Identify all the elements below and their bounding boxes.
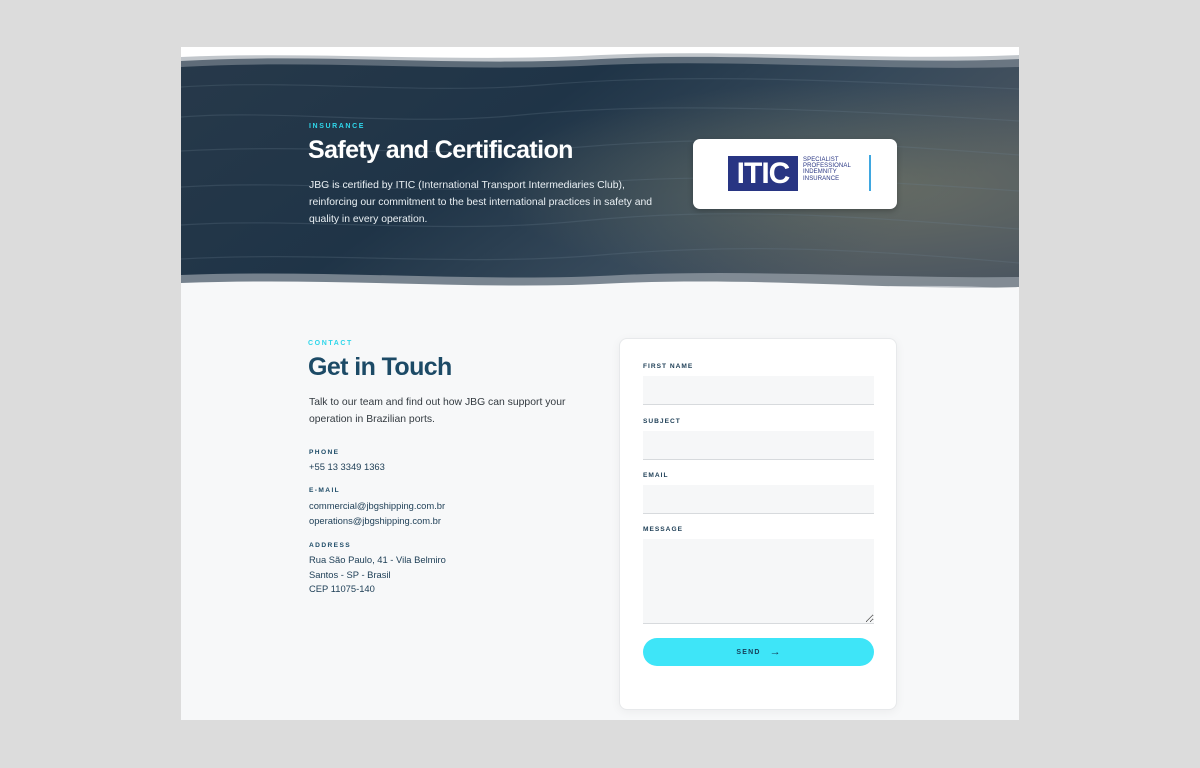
hero-title: Safety and Certification: [308, 136, 573, 164]
phone-link[interactable]: +55 13 3349 1363: [309, 460, 385, 475]
arrow-right-icon: →: [769, 646, 781, 658]
contact-intro: Talk to our team and find out how JBG ca…: [309, 397, 566, 425]
itic-logo-accent-bar: [869, 155, 871, 191]
itic-logo-tagline: SPECIALIST PROFESSIONAL INDEMNITY INSURA…: [803, 157, 851, 182]
address-line-3: CEP 11075-140: [309, 583, 375, 594]
address-line-1: Rua São Paulo, 41 - Vila Belmiro: [309, 554, 446, 565]
hero-eyebrow: INSURANCE: [309, 123, 366, 130]
email-input[interactable]: [643, 485, 874, 514]
subject-label: SUBJECT: [643, 418, 681, 425]
contact-eyebrow: CONTACT: [308, 340, 353, 347]
first-name-input[interactable]: [643, 376, 874, 405]
address-label: ADDRESS: [309, 542, 352, 549]
address-line-2: Santos - SP - Brasil: [309, 569, 391, 580]
contact-title: Get in Touch: [308, 353, 452, 381]
itic-logo-mark: ITIC: [728, 156, 798, 191]
email-operations-link[interactable]: operations@jbgshipping.com.br: [309, 514, 441, 529]
page: INSURANCE Safety and Certification JBG i…: [181, 47, 1019, 720]
hero-description: JBG is certified by ITIC (International …: [309, 180, 653, 225]
send-button-label: SEND: [736, 648, 761, 656]
email-label-field: EMAIL: [643, 472, 669, 479]
phone-label: PHONE: [309, 449, 340, 456]
message-textarea[interactable]: [643, 539, 874, 624]
certification-hero: INSURANCE Safety and Certification JBG i…: [181, 47, 1019, 297]
message-label: MESSAGE: [643, 526, 683, 533]
email-label: E-MAIL: [309, 487, 341, 494]
contact-form: FIRST NAME SUBJECT EMAIL MESSAGE SEND →: [619, 338, 897, 710]
email-commercial-link[interactable]: commercial@jbgshipping.com.br: [309, 499, 445, 514]
first-name-label: FIRST NAME: [643, 363, 694, 370]
subject-input[interactable]: [643, 431, 874, 460]
itic-logo-card: ITIC SPECIALIST PROFESSIONAL INDEMNITY I…: [693, 139, 897, 209]
send-button[interactable]: SEND →: [643, 638, 874, 666]
